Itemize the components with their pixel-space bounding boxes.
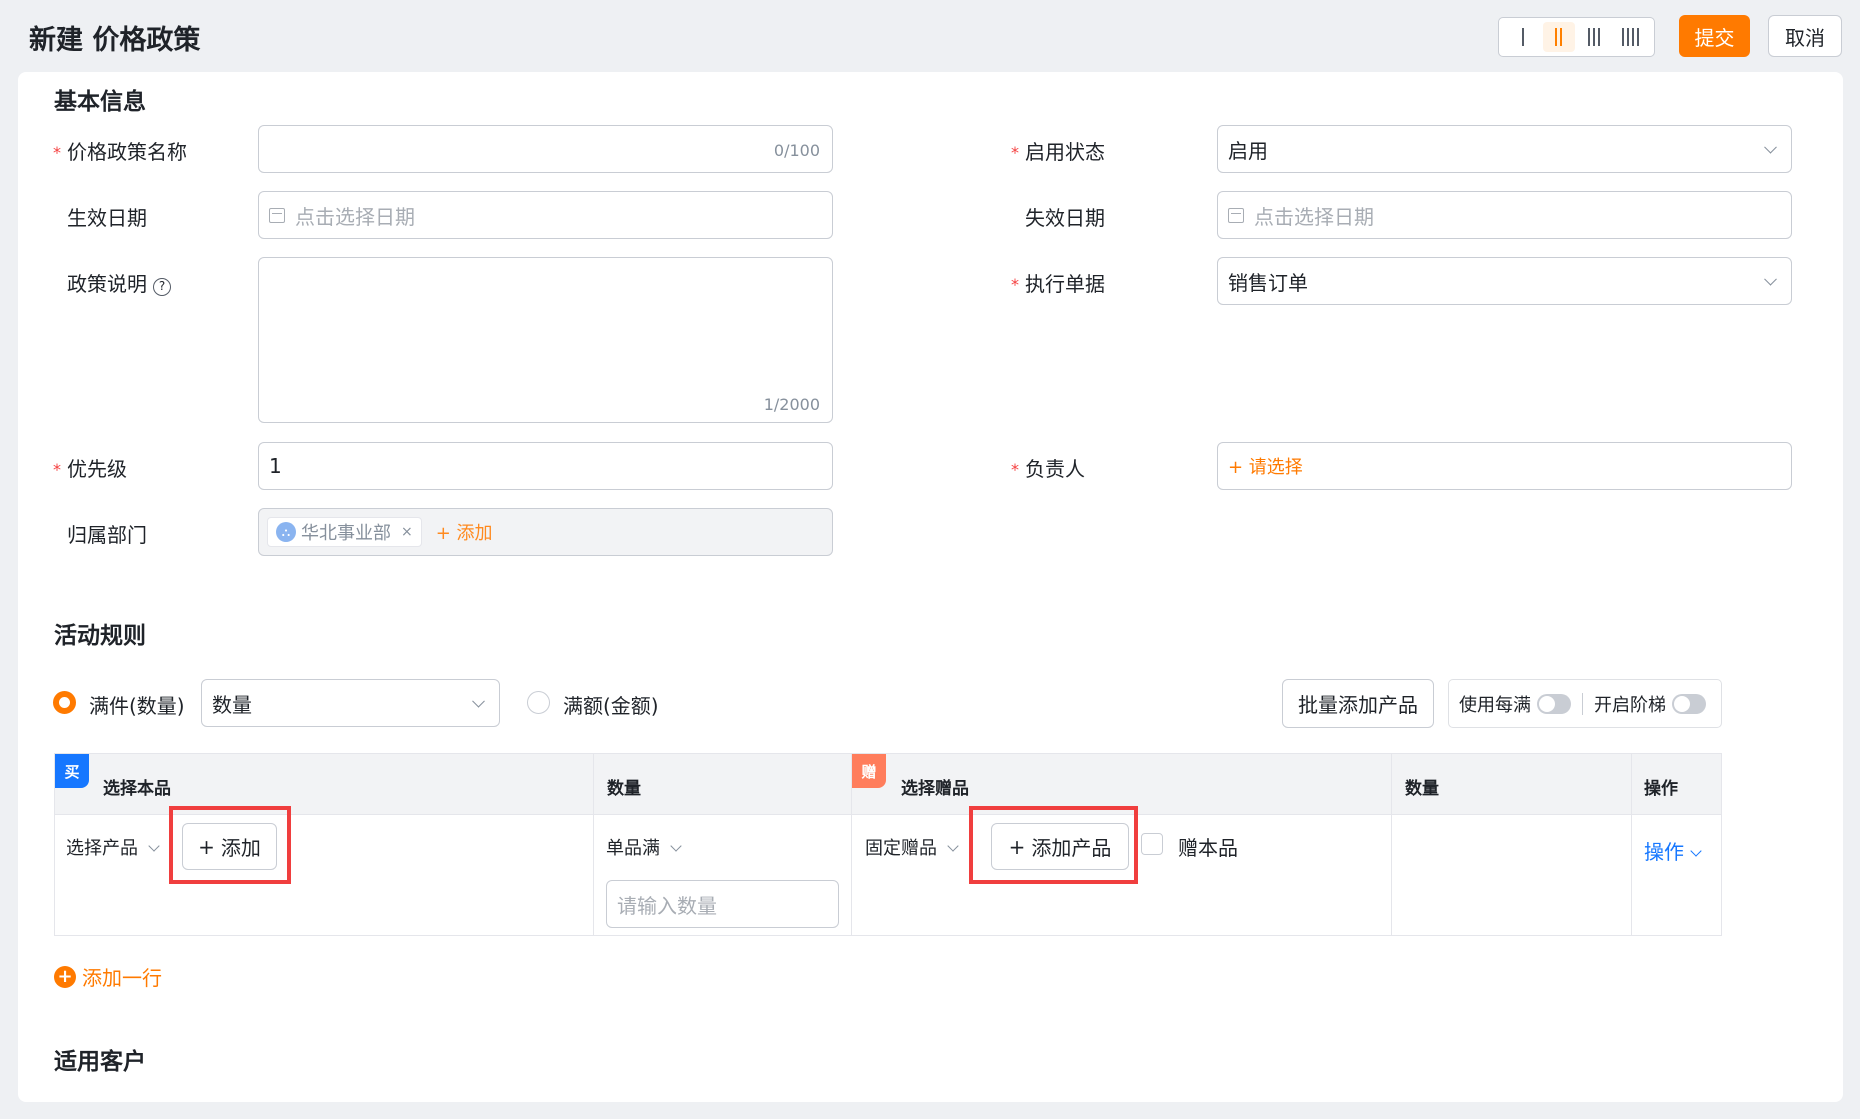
department-label: 归属部门	[67, 523, 147, 547]
department-tag: ⛬ 华北事业部 ×	[267, 517, 422, 547]
gift-mode-dropdown[interactable]: 固定赠品	[865, 834, 959, 860]
mode-amount-label: 满额(金额)	[563, 694, 659, 718]
product-select-dropdown[interactable]: 选择产品	[66, 834, 160, 860]
qty-mode-dropdown[interactable]: 单品满	[606, 834, 682, 860]
add-row-button[interactable]: + 添加一行	[54, 962, 162, 991]
calendar-icon	[269, 207, 285, 223]
policy-name-counter: 0/100	[773, 141, 820, 160]
use-each-label: 使用每满	[1459, 694, 1531, 716]
gift-badge: 赠	[852, 754, 886, 788]
highlight-box-add-gift	[969, 806, 1138, 884]
plus-circle-icon: +	[54, 965, 76, 988]
document-label: * 执行单据	[1011, 272, 1105, 296]
header-select-product: 选择本品	[103, 779, 171, 799]
department-field: ⛬ 华北事业部 × + 添加	[258, 508, 833, 556]
chevron-down-icon	[670, 840, 682, 852]
mode-amount-radio[interactable]	[527, 691, 550, 714]
row-actions-dropdown[interactable]: 操作	[1644, 836, 1702, 865]
use-each-toggle[interactable]	[1537, 693, 1571, 714]
mode-count-radio[interactable]	[53, 691, 76, 714]
header-actions: 操作	[1644, 779, 1678, 799]
enable-tier-label: 开启阶梯	[1594, 694, 1666, 716]
rule-table: 买 赠 选择本品 数量 选择赠品 数量 操作 选择产品 + 添加 单品满 请输入数…	[54, 753, 1722, 936]
priority-label: * 优先级	[53, 457, 127, 481]
buy-badge: 买	[55, 754, 89, 788]
submit-button[interactable]: 提交	[1679, 15, 1750, 57]
help-icon[interactable]: ?	[153, 278, 171, 296]
count-unit-select[interactable]: 数量	[201, 679, 500, 727]
header-gift-quantity: 数量	[1405, 779, 1439, 799]
layout-2-column-option[interactable]	[1542, 22, 1575, 52]
status-select[interactable]: 启用	[1217, 125, 1792, 173]
policy-name-label: * 价格政策名称	[53, 140, 187, 164]
effective-date-label: 生效日期	[67, 206, 147, 230]
section-title-basic-info: 基本信息	[54, 89, 146, 115]
policy-name-input[interactable]: 0/100	[258, 125, 833, 173]
description-label: 政策说明?	[53, 268, 171, 297]
divider	[1582, 692, 1583, 715]
expiry-date-picker[interactable]: 点击选择日期	[1217, 191, 1792, 239]
select-owner-link[interactable]: + 请选择	[1228, 453, 1303, 479]
owner-label: * 负责人	[1011, 457, 1085, 481]
owner-selector[interactable]: + 请选择	[1217, 442, 1792, 490]
section-title-activity-rules: 活动规则	[54, 623, 146, 649]
page-title: 新建 价格政策	[29, 25, 201, 56]
form-panel: 基本信息 * 价格政策名称 0/100 * 启用状态 启用 生效日期 点击选择日期 …	[18, 72, 1843, 1102]
top-bar: 新建 价格政策 提交 取消	[0, 0, 1860, 72]
header-select-gift: 选择赠品	[901, 779, 969, 799]
section-title-customers: 适用客户	[54, 1049, 146, 1075]
batch-add-products-button[interactable]: 批量添加产品	[1282, 679, 1434, 728]
gift-self-label: 赠本品	[1178, 836, 1238, 860]
layout-1-column-option[interactable]	[1507, 22, 1539, 52]
add-department-link[interactable]: + 添加	[436, 519, 493, 545]
close-icon[interactable]: ×	[401, 524, 413, 540]
calendar-icon	[1228, 207, 1244, 223]
document-select[interactable]: 销售订单	[1217, 257, 1792, 305]
chevron-down-icon	[947, 840, 959, 852]
chevron-down-icon	[1764, 272, 1777, 286]
chevron-down-icon	[1690, 845, 1702, 857]
quantity-input[interactable]: 请输入数量	[606, 880, 839, 928]
chevron-down-icon	[148, 840, 160, 852]
status-label: * 启用状态	[1011, 140, 1105, 164]
mode-count-label: 满件(数量)	[89, 694, 185, 718]
chevron-down-icon	[472, 694, 485, 708]
description-textarea[interactable]: 1/2000	[258, 257, 833, 423]
layout-4-column-option[interactable]	[1614, 22, 1646, 52]
expiry-date-label: 失效日期	[1025, 206, 1105, 230]
enable-tier-toggle[interactable]	[1672, 693, 1706, 714]
column-layout-switcher	[1498, 17, 1655, 57]
highlight-box-add	[169, 806, 291, 884]
header-quantity: 数量	[607, 779, 641, 799]
org-chart-icon: ⛬	[276, 522, 296, 542]
cancel-button[interactable]: 取消	[1768, 15, 1842, 57]
layout-3-column-option[interactable]	[1578, 22, 1610, 52]
rule-options-toggles: 使用每满 开启阶梯	[1448, 679, 1722, 728]
gift-self-checkbox[interactable]	[1141, 833, 1163, 855]
priority-input[interactable]: 1	[258, 442, 833, 490]
effective-date-picker[interactable]: 点击选择日期	[258, 191, 833, 239]
chevron-down-icon	[1764, 140, 1777, 154]
description-counter: 1/2000	[763, 395, 820, 414]
